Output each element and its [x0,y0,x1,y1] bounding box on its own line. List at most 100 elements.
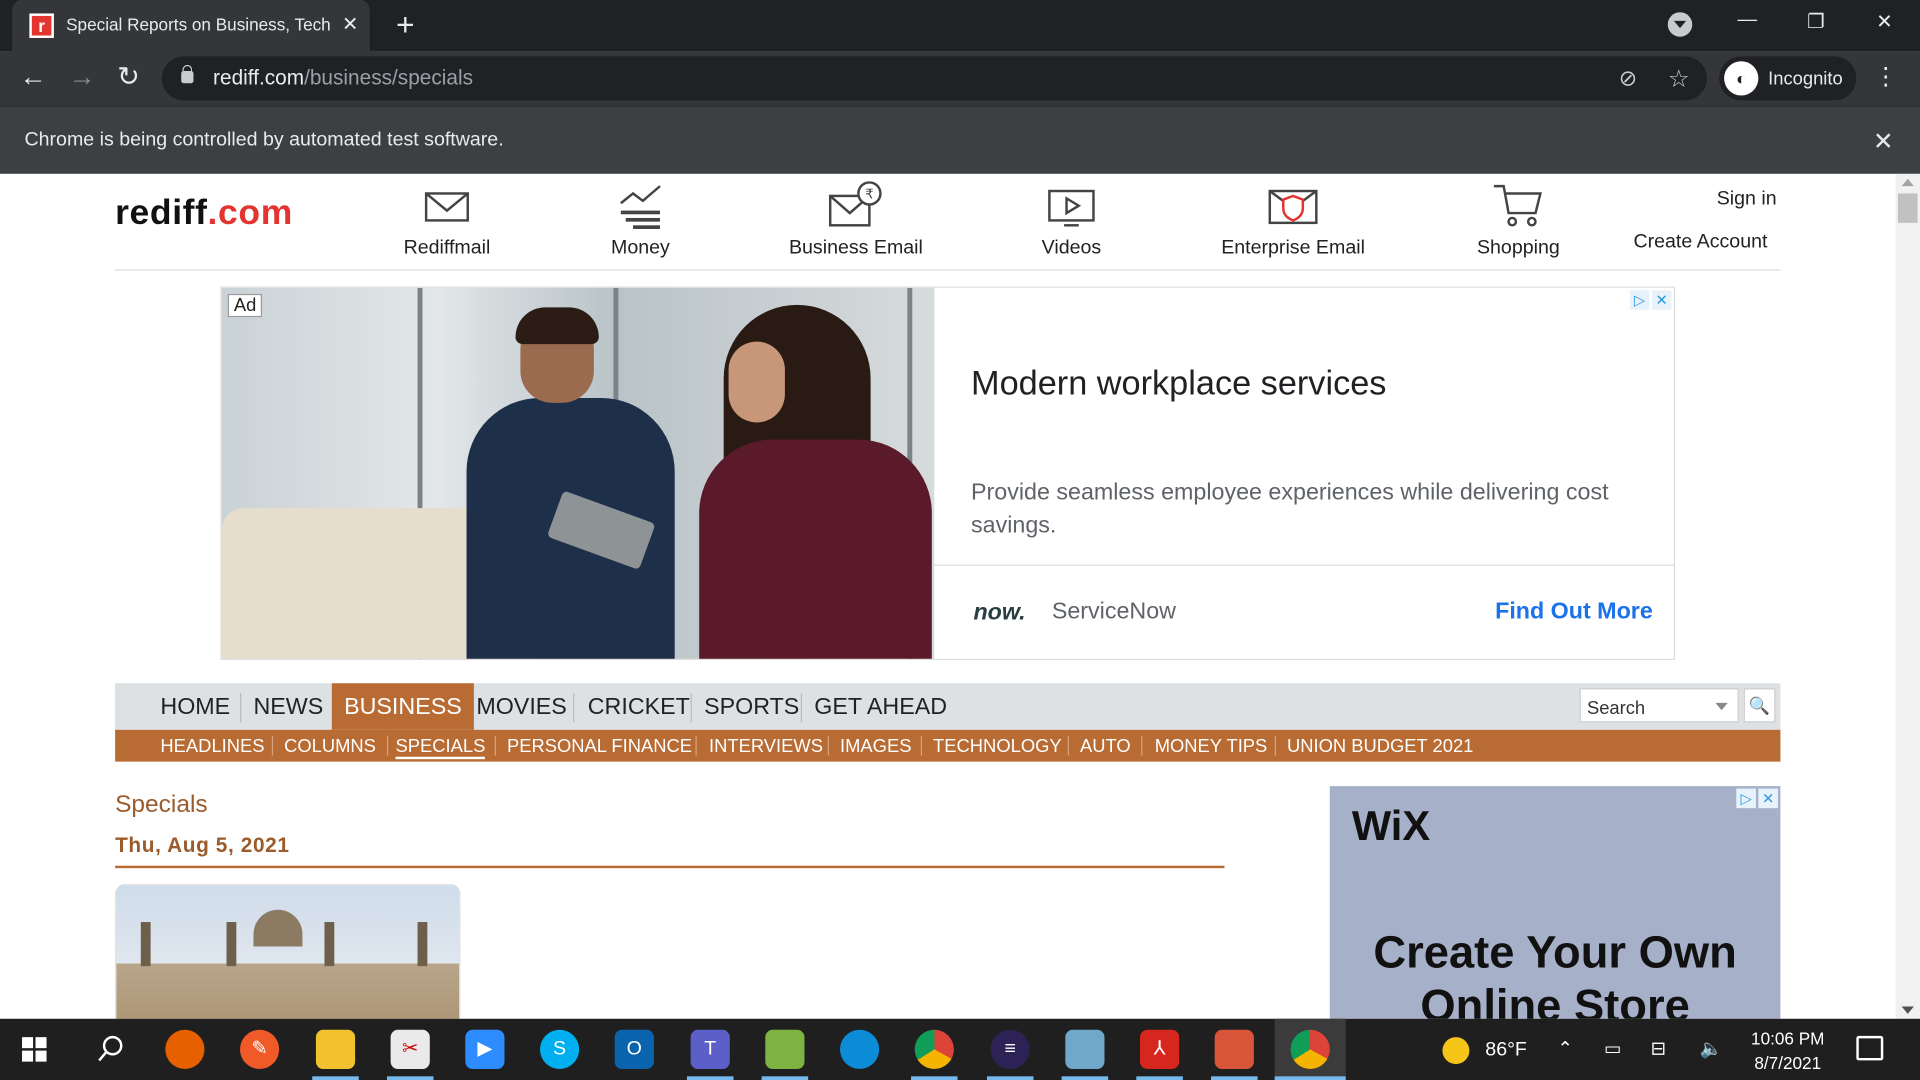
ad-headline[interactable]: Modern workplace services [971,364,1386,403]
wix-ad[interactable]: WiX Create Your Own Online Store ▷ ✕ [1329,786,1781,1019]
nav-news[interactable]: NEWS [241,683,335,730]
subnav-images[interactable]: IMAGES [840,736,911,757]
ad-description[interactable]: Provide seamless employee experiences wh… [971,476,1638,542]
chrome-icon[interactable] [914,1029,954,1069]
restore-button[interactable]: ❐ [1798,10,1835,34]
subnav-technology[interactable]: TECHNOLOGY [933,736,1062,757]
outlook-icon[interactable]: O [614,1029,654,1069]
address-bar[interactable]: rediff.com/business/specials ⊘ ☆ [161,56,1707,101]
maps-app-icon[interactable] [765,1029,805,1069]
find-out-more-button[interactable]: Find Out More [1495,599,1653,626]
search-placeholder: Search [1586,697,1646,719]
tracking-blocked-icon[interactable]: ⊘ [1619,66,1637,92]
reload-icon[interactable]: ↻ [113,62,145,91]
nav-home[interactable]: HOME [148,683,242,730]
back-arrow-icon[interactable]: ← [17,62,49,91]
nav-rediffmail[interactable]: Rediffmail [399,181,495,259]
wix-headline[interactable]: Create Your Own Online Store [1330,926,1781,1019]
network-icon[interactable]: ⊟ [1651,1037,1666,1059]
search-input[interactable]: Search [1579,688,1739,723]
tab-search-icon[interactable] [1667,12,1693,37]
file-explorer-icon[interactable] [315,1029,356,1069]
main-nav: HOME NEWS BUSINESS MOVIES CRICKET SPORTS… [115,683,1781,730]
section-title: Specials [115,791,208,818]
wix-logo[interactable]: WiX [1352,803,1430,851]
search-icon[interactable]: 🔍 [1743,688,1776,723]
nav-money[interactable]: Money [607,181,673,259]
nav-shopping[interactable]: Shopping [1472,181,1565,259]
acrobat-icon[interactable]: ⅄ [1140,1029,1180,1069]
url-text[interactable]: rediff.com/business/specials [213,66,473,90]
nav-enterprise-email[interactable]: Enterprise Email [1215,181,1372,259]
windows-start-icon[interactable] [15,1030,54,1069]
weather-temperature[interactable]: 86°F [1485,1040,1527,1062]
chevron-up-icon[interactable]: ⌃ [1558,1037,1573,1059]
close-window-button[interactable]: ✕ [1866,10,1903,34]
infobar-close-icon[interactable]: ✕ [1871,126,1895,157]
chevron-down-icon[interactable] [1715,702,1728,711]
subnav-specials[interactable]: SPECIALS [395,736,486,760]
incognito-badge[interactable]: ◐ Incognito [1719,56,1857,101]
nav-videos[interactable]: Videos [1038,181,1104,259]
browser-toolbar: ← → ↻ rediff.com/business/specials ⊘ ☆ ◐… [0,51,1920,106]
subnav-union-budget[interactable]: UNION BUDGET 2021 [1287,736,1473,757]
ad-brand-name[interactable]: ServiceNow [1052,599,1176,626]
package-app-icon[interactable] [1214,1029,1254,1069]
subnav-headlines[interactable]: HEADLINES [160,736,264,757]
nav-cricket[interactable]: CRICKET [576,683,703,730]
subnav-money-tips[interactable]: MONEY TIPS [1155,736,1268,757]
scroll-thumb[interactable] [1897,193,1918,223]
edge-icon[interactable] [840,1029,880,1069]
nav-business[interactable]: BUSINESS [331,683,474,730]
header-divider [115,269,1781,271]
ad-photo[interactable]: Ad [221,287,935,659]
nav-business-email[interactable]: ₹ Business Email [786,181,926,259]
subnav-columns[interactable]: COLUMNS [284,736,376,757]
tab-strip: r Special Reports on Business, Tech ✕ + … [0,0,1920,52]
battery-icon[interactable]: ▭ [1604,1037,1621,1059]
notepad-icon[interactable] [1065,1029,1105,1069]
system-clock[interactable]: 10:06 PM 8/7/2021 [1739,1026,1837,1075]
adchoices-icon[interactable]: ▷ ✕ [1627,290,1672,310]
scroll-down-icon[interactable] [1901,1006,1914,1014]
nav-label: Money [611,237,670,259]
servicenow-logo[interactable]: now. [973,600,1025,627]
forward-arrow-icon[interactable]: → [66,62,98,91]
section-divider [115,865,1225,869]
snipping-tool-icon[interactable]: ✂ [390,1029,430,1069]
browser-tab[interactable]: r Special Reports on Business, Tech ✕ [12,0,370,52]
nav-movies[interactable]: MOVIES [464,683,579,730]
nav-sports[interactable]: SPORTS [692,683,812,730]
nav-get-ahead[interactable]: GET AHEAD [802,683,959,730]
eclipse-icon[interactable]: ≡ [990,1029,1030,1069]
teams-icon[interactable]: T [690,1029,730,1069]
scroll-up-icon[interactable] [1901,178,1914,187]
bookmark-star-icon[interactable]: ☆ [1668,64,1690,95]
pen-app-icon[interactable]: ✎ [240,1029,280,1069]
servicenow-ad[interactable]: Ad ▷ ✕ Modern workplace services Provide … [220,286,1676,661]
chrome-active-icon[interactable] [1290,1029,1330,1069]
subnav-auto[interactable]: AUTO [1080,736,1131,757]
story-thumbnail[interactable] [115,884,461,1019]
weather-sun-icon[interactable] [1442,1037,1470,1065]
search-icon[interactable] [91,1030,130,1069]
lock-icon[interactable] [181,64,194,84]
sign-in-link[interactable]: Sign in [1717,189,1777,211]
notification-icon[interactable] [1856,1035,1884,1061]
new-tab-button[interactable]: + [389,7,421,41]
create-account-link[interactable]: Create Account [1633,231,1767,253]
volume-icon[interactable]: 🔈 [1700,1037,1723,1059]
skype-icon[interactable]: S [540,1029,580,1069]
page-scrollbar[interactable] [1895,173,1920,1019]
adchoices-icon[interactable]: ▷ ✕ [1734,788,1778,809]
minimize-button[interactable]: — [1729,10,1766,32]
rediff-logo[interactable]: rediff.com [115,193,293,233]
subnav-personal-finance[interactable]: PERSONAL FINANCE [507,736,692,757]
subnav-interviews[interactable]: INTERVIEWS [709,736,823,757]
zoom-icon[interactable]: ▶ [465,1029,505,1069]
tab-title: Special Reports on Business, Tech [66,14,331,35]
tab-close-icon[interactable]: ✕ [338,12,362,36]
shield-mail-icon [1215,181,1372,230]
firefox-icon[interactable] [165,1029,205,1069]
browser-menu-icon[interactable]: ⋮ [1873,61,1897,92]
